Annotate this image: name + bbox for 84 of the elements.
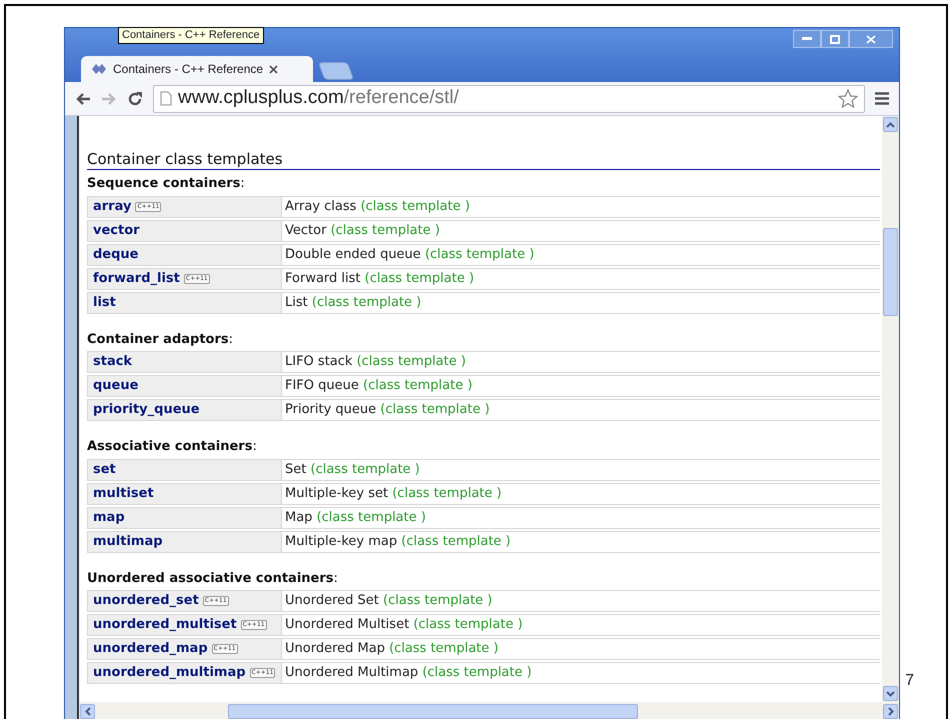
- subsection-title: Sequence containers:: [87, 175, 246, 193]
- description-text: FIFO queue: [285, 378, 359, 393]
- type-label: (class template ): [364, 270, 474, 286]
- description-text: Double ended queue: [285, 246, 421, 262]
- description-text: Priority queue: [285, 402, 376, 417]
- subsection-title: Unordered associative containers:: [87, 570, 339, 588]
- scroll-left-button[interactable]: [80, 704, 95, 719]
- class-link[interactable]: set: [93, 460, 116, 480]
- class-link[interactable]: unordered_map: [93, 639, 208, 659]
- class-link[interactable]: unordered_multiset: [93, 615, 237, 635]
- class-link[interactable]: deque: [93, 244, 138, 264]
- subsection-title: Associative containers:: [87, 438, 258, 456]
- type-label: (class template ): [363, 378, 472, 393]
- chevron-up-icon: [886, 122, 895, 128]
- class-link[interactable]: stack: [93, 352, 132, 372]
- class-link[interactable]: vector: [93, 220, 140, 240]
- reload-icon[interactable]: [127, 90, 143, 106]
- class-link[interactable]: list: [93, 292, 116, 312]
- close-button[interactable]: [849, 30, 893, 48]
- class-link[interactable]: priority_queue: [93, 400, 200, 420]
- horizontal-scrollbar[interactable]: [79, 702, 899, 719]
- close-icon: [866, 34, 876, 44]
- description-text: Map: [285, 510, 312, 524]
- type-label: (class template ): [383, 593, 492, 608]
- description-text: Array class: [285, 198, 356, 214]
- address-bar[interactable]: www.cplusplus.com/reference/stl/: [153, 84, 865, 112]
- description-text: Unordered Multimap: [285, 665, 418, 680]
- type-label: (class template ): [310, 462, 420, 476]
- class-link[interactable]: map: [93, 508, 125, 528]
- type-label: (class template ): [422, 665, 532, 680]
- description-text: Vector: [285, 222, 326, 238]
- minimize-button[interactable]: [793, 30, 821, 48]
- description-text: Unordered Multiset: [285, 617, 410, 632]
- description-text: Set: [285, 462, 306, 476]
- chevron-down-icon: [886, 690, 895, 696]
- minimize-icon: [802, 37, 812, 41]
- browser-tab[interactable]: Containers - C++ Reference: [81, 56, 313, 82]
- description-text: Forward list: [285, 270, 361, 286]
- section-heading: Container class templates: [87, 150, 880, 170]
- type-label: (class template ): [380, 402, 490, 417]
- vertical-scrollbar[interactable]: [882, 116, 899, 702]
- menu-icon[interactable]: [875, 92, 889, 105]
- maximize-icon: [830, 34, 840, 44]
- description-text: LIFO stack: [285, 354, 352, 369]
- class-link[interactable]: queue: [93, 376, 138, 396]
- url-text: www.cplusplus.com/reference/stl/: [178, 86, 459, 110]
- page-icon: [160, 91, 172, 106]
- type-label: (class template ): [424, 246, 534, 262]
- type-label: (class template ): [316, 510, 426, 524]
- description-text: Unordered Map: [285, 641, 385, 656]
- type-label: (class template ): [389, 641, 498, 656]
- type-label: (class template ): [392, 486, 502, 500]
- class-link[interactable]: multiset: [93, 484, 154, 504]
- scroll-down-button[interactable]: [883, 686, 898, 701]
- star-icon[interactable]: [838, 89, 858, 108]
- class-link[interactable]: forward_list: [93, 268, 180, 288]
- type-label: (class template ): [330, 222, 440, 238]
- type-label: (class template ): [413, 617, 523, 632]
- class-link[interactable]: multimap: [93, 532, 163, 552]
- site-logo-icon: [91, 63, 107, 75]
- chevron-left-icon: [84, 707, 90, 716]
- class-link[interactable]: array: [93, 196, 132, 216]
- close-icon[interactable]: [269, 64, 278, 74]
- class-link[interactable]: unordered_multimap: [93, 663, 246, 683]
- class-link[interactable]: unordered_set: [93, 591, 199, 611]
- slide-number: 7: [905, 671, 914, 691]
- scroll-up-button[interactable]: [883, 117, 898, 132]
- scroll-right-button[interactable]: [883, 704, 898, 719]
- back-icon[interactable]: [75, 90, 91, 106]
- subsection-title: Container adaptors:: [87, 330, 234, 348]
- maximize-button[interactable]: [821, 30, 849, 48]
- description-text: Unordered Set: [285, 593, 379, 608]
- new-tab-button[interactable]: [318, 62, 354, 80]
- scroll-thumb[interactable]: [883, 228, 898, 316]
- chevron-right-icon: [888, 707, 894, 716]
- type-label: (class template ): [360, 198, 470, 214]
- description-text: List: [285, 294, 308, 310]
- type-label: (class template ): [356, 354, 466, 369]
- description-text: Multiple-key map: [285, 534, 398, 548]
- tooltip: Containers - C++ Reference: [118, 27, 264, 44]
- scroll-thumb[interactable]: [228, 704, 638, 719]
- description-text: Multiple-key set: [285, 486, 388, 500]
- type-label: (class template ): [401, 534, 511, 548]
- type-label: (class template ): [312, 294, 422, 310]
